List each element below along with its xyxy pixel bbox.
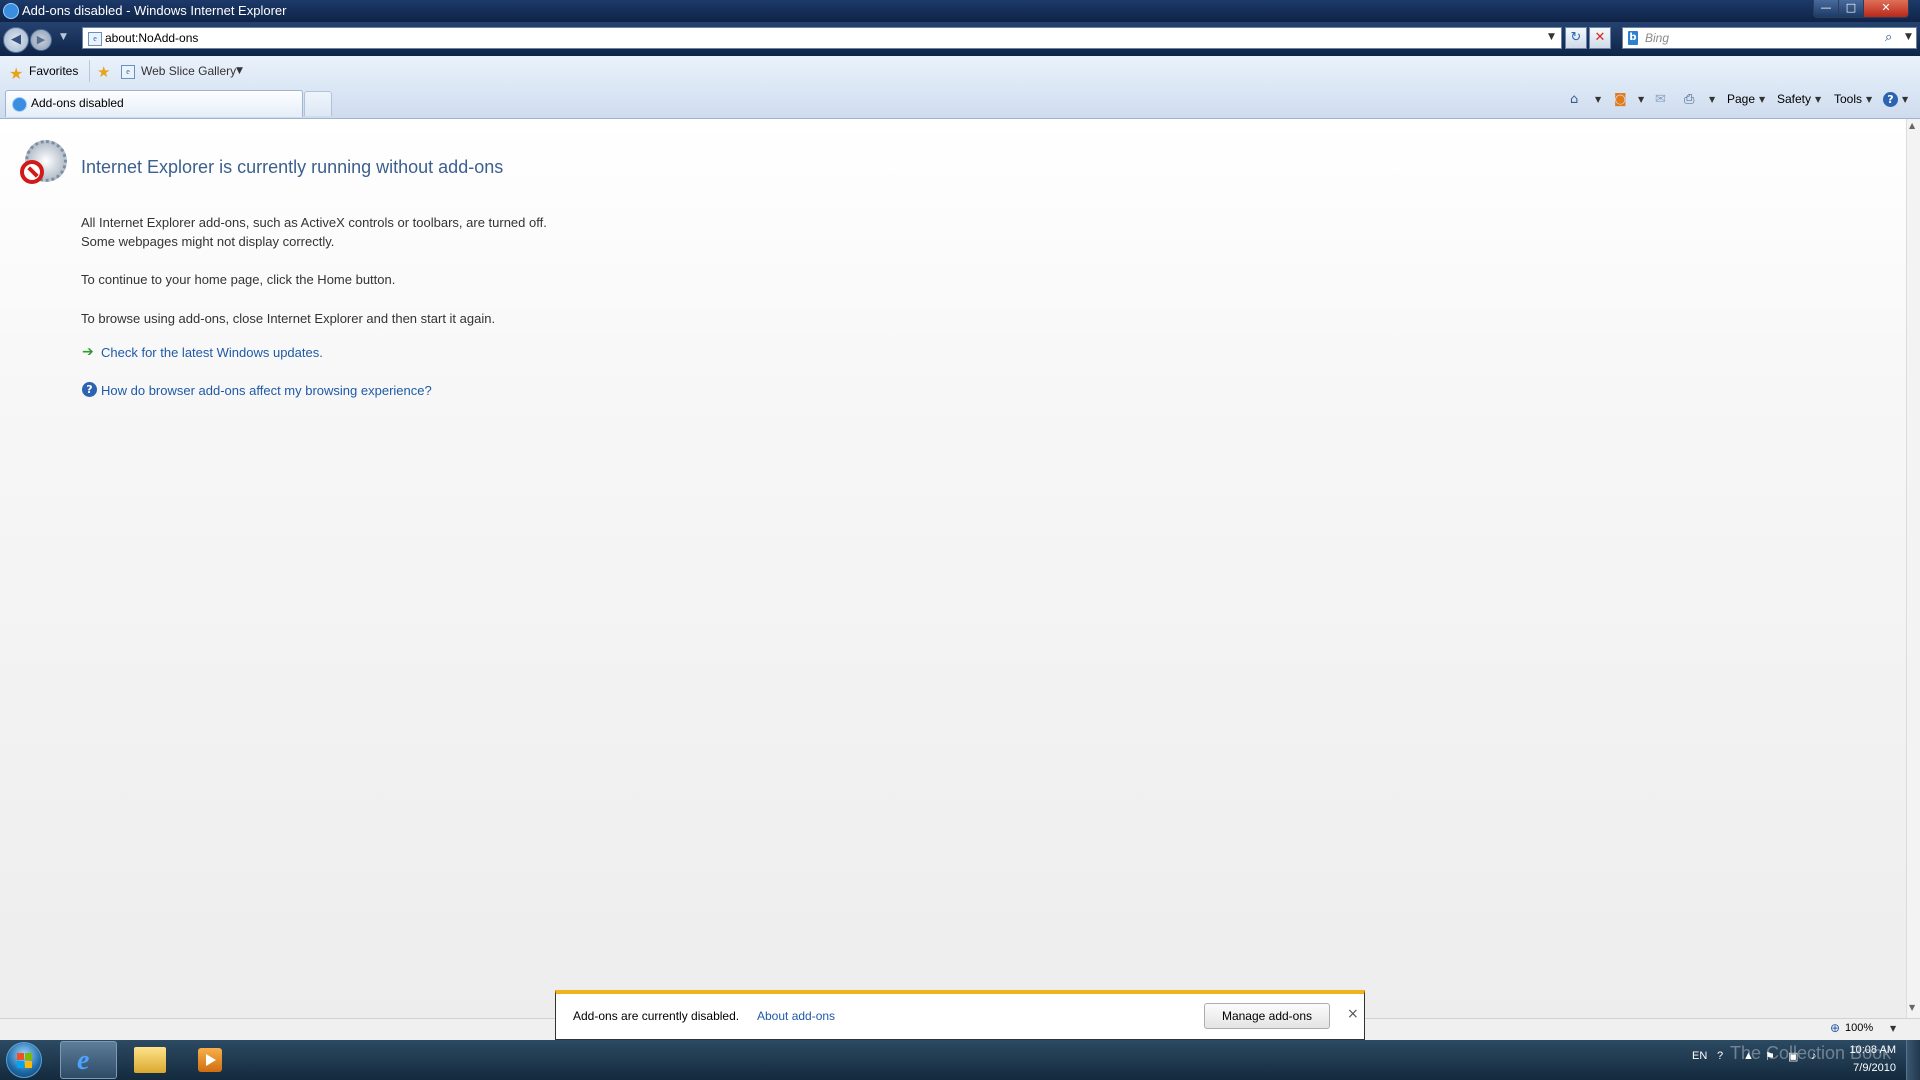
scroll-up-icon[interactable]: ▲ xyxy=(1909,121,1915,130)
feeds-dropdown-icon[interactable]: ▼ xyxy=(1638,95,1644,104)
safety-menu[interactable]: Safety xyxy=(1777,92,1811,106)
favorites-separator xyxy=(89,60,90,82)
zoom-level[interactable]: 100% xyxy=(1845,1022,1873,1034)
zoom-dropdown-icon[interactable]: ▼ xyxy=(1890,1024,1896,1033)
recent-pages-dropdown[interactable]: ▼ xyxy=(60,32,67,42)
tab-ie-icon xyxy=(12,97,27,112)
taskbar-folder-icon[interactable] xyxy=(134,1047,166,1073)
address-dropdown-icon[interactable]: ▼ xyxy=(1548,32,1555,42)
taskbar-media-player-icon[interactable] xyxy=(198,1048,222,1072)
ie-logo-icon: e xyxy=(77,1045,90,1076)
back-button[interactable]: ◀ xyxy=(3,27,29,53)
search-icon[interactable]: ⌕ xyxy=(1885,30,1892,45)
start-button[interactable] xyxy=(6,1042,42,1078)
search-input[interactable]: Bing xyxy=(1645,31,1669,45)
favorites-bar xyxy=(0,56,1920,89)
web-slice-gallery-link[interactable]: Web Slice Gallery xyxy=(141,64,236,78)
action-center-flag-icon[interactable]: ⚑ xyxy=(1765,1050,1775,1063)
refresh-button[interactable]: ↻ xyxy=(1565,27,1587,49)
vertical-scrollbar[interactable]: ▲ ▼ xyxy=(1906,119,1920,1018)
home-dropdown-icon[interactable]: ▼ xyxy=(1595,95,1601,104)
home-icon[interactable]: ⌂ xyxy=(1570,92,1578,107)
page-content xyxy=(0,119,1906,1018)
window-title: Add-ons disabled - Windows Internet Expl… xyxy=(22,3,287,18)
favorites-star-icon[interactable]: ★ xyxy=(9,64,23,83)
tab-add-ons-disabled[interactable]: Add-ons disabled xyxy=(5,90,303,117)
tools-menu[interactable]: Tools xyxy=(1834,92,1862,106)
print-dropdown-icon[interactable]: ▼ xyxy=(1709,95,1715,104)
page-icon: e xyxy=(88,32,102,46)
close-notification-icon[interactable]: × xyxy=(1347,1006,1359,1022)
ie-logo-icon xyxy=(3,3,19,19)
title-bar: Add-ons disabled - Windows Internet Expl… xyxy=(0,0,1920,22)
search-options-dropdown-icon[interactable]: ▼ xyxy=(1905,32,1912,42)
clock-date[interactable]: 7/9/2010 xyxy=(1842,1062,1896,1074)
rss-icon[interactable]: ◙ xyxy=(1614,92,1627,107)
maximize-button[interactable]: □ xyxy=(1838,0,1864,18)
manage-add-ons-button[interactable]: Manage add-ons xyxy=(1204,1003,1330,1029)
minimize-button[interactable]: — xyxy=(1813,0,1839,18)
new-tab-button[interactable] xyxy=(304,91,332,116)
notification-bar: Add-ons are currently disabled. About ad… xyxy=(555,990,1365,1040)
page-menu[interactable]: Page xyxy=(1727,92,1755,106)
tab-label: Add-ons disabled xyxy=(31,96,124,110)
language-indicator[interactable]: EN xyxy=(1692,1050,1707,1062)
scroll-down-icon[interactable]: ▼ xyxy=(1909,1003,1915,1012)
network-icon[interactable]: ▣ xyxy=(1788,1050,1798,1063)
home-instruction: To continue to your home page, click the… xyxy=(81,272,396,287)
bing-logo-icon: b xyxy=(1628,31,1638,45)
tools-menu-dropdown-icon[interactable]: ▼ xyxy=(1866,95,1872,104)
taskbar xyxy=(0,1040,1920,1080)
web-slice-page-icon: e xyxy=(121,65,135,79)
tray-help-icon[interactable]: ? xyxy=(1717,1050,1723,1062)
disabled-icon xyxy=(20,160,44,184)
favorites-button[interactable]: Favorites xyxy=(29,64,78,78)
add-ons-help-link[interactable]: How do browser add-ons affect my browsin… xyxy=(101,383,432,398)
add-to-favorites-bar-icon[interactable]: ★ xyxy=(97,63,110,81)
notification-message: Add-ons are currently disabled. xyxy=(573,1009,740,1023)
mail-icon[interactable]: ✉ xyxy=(1655,92,1666,107)
about-add-ons-link[interactable]: About add-ons xyxy=(757,1009,835,1023)
print-icon[interactable]: ⎙ xyxy=(1684,92,1694,107)
help-icon[interactable]: ? xyxy=(1883,92,1898,107)
windows-update-link[interactable]: Check for the latest Windows updates. xyxy=(101,345,323,360)
help-circle-icon: ? xyxy=(82,382,97,397)
address-bar[interactable]: e about:NoAdd-ons ▼ xyxy=(82,27,1562,49)
show-desktop-button[interactable] xyxy=(1906,1040,1920,1080)
safety-menu-dropdown-icon[interactable]: ▼ xyxy=(1815,95,1821,104)
refresh-icon: ↻ xyxy=(1570,30,1582,45)
volume-icon[interactable]: ♪ xyxy=(1811,1050,1817,1062)
forward-button[interactable]: ▶ xyxy=(30,29,52,51)
stop-icon: ✕ xyxy=(1594,30,1606,45)
description-line-2: Some webpages might not display correctl… xyxy=(81,234,335,249)
web-slice-dropdown-icon[interactable]: ▼ xyxy=(236,66,243,76)
forward-arrow-icon: ▶ xyxy=(36,33,46,46)
zoom-icon[interactable]: ⊕ xyxy=(1830,1021,1840,1035)
close-button[interactable]: ✕ xyxy=(1863,0,1909,18)
restart-instruction: To browse using add-ons, close Internet … xyxy=(81,311,496,326)
green-arrow-icon: ➔ xyxy=(82,344,94,360)
back-arrow-icon: ◀ xyxy=(11,32,21,47)
description-line-1: All Internet Explorer add-ons, such as A… xyxy=(81,215,547,230)
search-box[interactable]: b Bing ⌕ ▼ xyxy=(1622,27,1917,49)
taskbar-internet-explorer[interactable]: e xyxy=(60,1041,117,1079)
stop-button[interactable]: ✕ xyxy=(1589,27,1611,49)
address-input[interactable]: about:NoAdd-ons xyxy=(105,31,198,45)
page-menu-dropdown-icon[interactable]: ▼ xyxy=(1759,95,1765,104)
show-hidden-icons-icon[interactable]: ▲ xyxy=(1743,1050,1754,1062)
page-title: Internet Explorer is currently running w… xyxy=(81,157,504,177)
help-dropdown-icon[interactable]: ▼ xyxy=(1902,95,1908,104)
clock-time[interactable]: 10:08 AM xyxy=(1842,1044,1896,1056)
